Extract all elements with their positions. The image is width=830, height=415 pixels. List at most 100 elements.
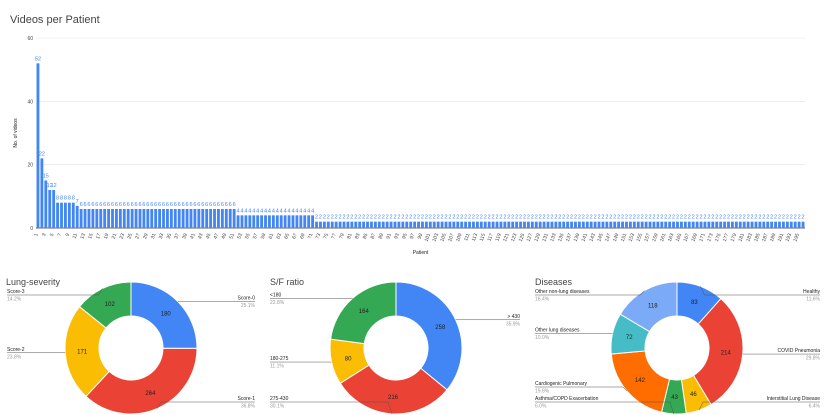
slice-category-label: Asthma/COPD Exacerbation <box>535 396 599 402</box>
bar <box>256 215 260 228</box>
bar-data-label: 2 <box>523 215 526 221</box>
bar <box>213 209 216 228</box>
bar <box>515 221 519 228</box>
bar-data-label: 6 <box>229 202 232 208</box>
bar <box>252 215 256 228</box>
bar <box>577 221 581 228</box>
bar <box>432 221 436 228</box>
bar <box>193 209 197 228</box>
bar <box>731 221 734 228</box>
bar <box>75 205 79 228</box>
bar-data-label: 2 <box>597 215 600 221</box>
bar <box>393 221 397 228</box>
bar-data-label: 2 <box>535 215 538 221</box>
bar <box>691 221 695 228</box>
bar <box>597 221 601 228</box>
bar-data-label: 2 <box>601 215 604 221</box>
bar-data-label: 2 <box>645 215 648 221</box>
y-tick-label: 40 <box>27 99 33 105</box>
bar <box>130 209 134 228</box>
slice-percent-label: 22.8% <box>270 300 285 306</box>
bar-data-label: 6 <box>80 202 83 208</box>
slice-category-label: Score-2 <box>7 347 25 353</box>
bar <box>166 209 169 228</box>
bar <box>632 221 636 228</box>
bar <box>550 221 554 228</box>
bar-data-label: 2 <box>319 215 322 221</box>
bar-data-label: 2 <box>425 215 428 221</box>
bar <box>185 209 189 228</box>
bar-data-label: 6 <box>99 202 102 208</box>
bar <box>48 190 52 228</box>
bar-data-label: 2 <box>735 215 738 221</box>
bar <box>574 221 577 228</box>
x-tick-label: 21 <box>111 232 119 239</box>
bar <box>621 221 624 228</box>
bar-data-label: 6 <box>201 202 204 208</box>
bar <box>287 215 291 228</box>
charts-canvas: 020406052221512128 8 8 8 876 6 6 6 6 6 6 6 6 6 6 6 6 6 6 6 6… <box>7 36 821 415</box>
bar-data-label: 2 <box>566 215 569 221</box>
bar-data-label: 2 <box>743 215 746 221</box>
slice-value-label: 118 <box>648 303 658 309</box>
bar <box>782 221 785 228</box>
x-tick-label: 43 <box>197 232 205 239</box>
slice-percent-label: 29.8% <box>806 356 821 362</box>
x-tick-label: 89 <box>378 232 386 239</box>
x-tick-label: 37 <box>174 232 182 239</box>
slice-percent-label: 25.1% <box>241 303 256 309</box>
slice-value-label: 264 <box>145 391 156 397</box>
bar <box>189 209 193 228</box>
bar <box>511 221 515 228</box>
x-tick-label: 69 <box>299 232 307 239</box>
bar <box>460 221 464 228</box>
bar-data-label: 8 <box>68 196 71 202</box>
bar <box>354 221 358 228</box>
bar-data-label: 2 <box>492 215 495 221</box>
bar-data-label: 2 <box>707 215 710 221</box>
bar <box>232 209 236 228</box>
x-tick-label: 61 <box>268 232 276 239</box>
bar <box>377 221 381 228</box>
bar <box>173 209 177 228</box>
bar <box>279 215 283 228</box>
x-tick-label: 79 <box>338 232 346 239</box>
bar-data-label: 2 <box>417 215 420 221</box>
bar <box>397 221 401 228</box>
bar <box>723 221 726 228</box>
bar-data-label: 2 <box>484 215 487 221</box>
x-tick-label: 49 <box>221 232 229 239</box>
bar <box>464 221 468 228</box>
bar-data-label: 2 <box>582 215 585 221</box>
bar <box>562 221 566 228</box>
bar <box>570 221 573 228</box>
bar-data-label: 4 <box>260 208 263 214</box>
x-tick-label: 87 <box>370 232 378 239</box>
bar <box>507 221 511 228</box>
x-tick-label: 59 <box>260 232 268 239</box>
bar-data-label: 6 <box>166 202 169 208</box>
bar <box>801 221 805 228</box>
bar-data-label: 2 <box>786 215 789 221</box>
bar <box>299 215 303 228</box>
bar-data-label: 2 <box>327 215 330 221</box>
bar-data-label: 2 <box>472 215 475 221</box>
slice-percent-label: 11.6% <box>806 297 820 303</box>
bar-data-label: 2 <box>366 215 369 221</box>
bar-data-label: 6 <box>225 202 228 208</box>
bar-data-label: 6 <box>154 202 157 208</box>
bar-data-label: 2 <box>586 215 589 221</box>
x-tick-label: 47 <box>213 232 221 239</box>
x-tick-label: 45 <box>205 232 213 239</box>
bar-data-label: 2 <box>762 215 765 221</box>
bar-data-label: 2 <box>476 215 479 221</box>
bar-data-label: 2 <box>444 215 447 221</box>
bar <box>358 221 362 228</box>
bar-data-label: 2 <box>413 215 416 221</box>
bar-data-label: 6 <box>135 202 138 208</box>
bar-data-label: 2 <box>641 215 644 221</box>
bar <box>169 209 173 228</box>
bar <box>428 221 432 228</box>
bar <box>546 221 550 228</box>
bar <box>699 221 703 228</box>
